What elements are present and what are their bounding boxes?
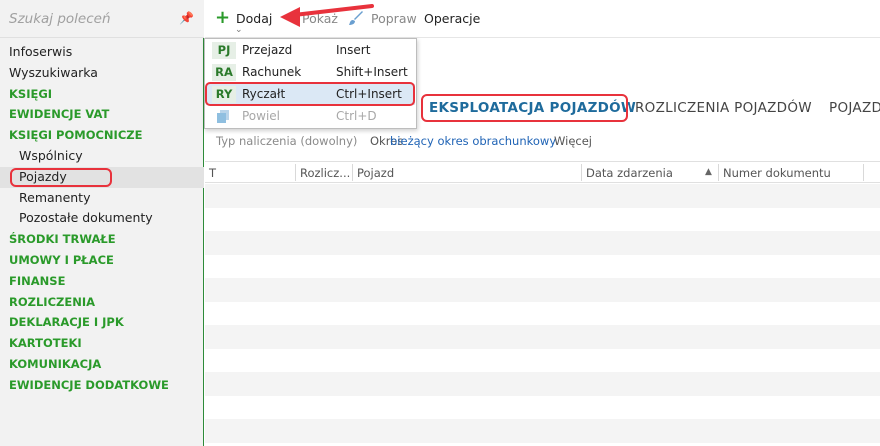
- command-search[interactable]: Szukaj poleceń 📌: [0, 0, 204, 38]
- menu-item-label: Powiel: [242, 109, 281, 123]
- table-row[interactable]: [205, 207, 880, 231]
- menu-item-przejazd[interactable]: PJ Przejazd Insert: [206, 40, 415, 61]
- sidebar-item-wyszukiwarka[interactable]: Wyszukiwarka: [0, 63, 204, 84]
- sidebar-item-komunikacja[interactable]: KOMUNIKACJA: [0, 354, 204, 375]
- period-link[interactable]: bieżący okres obrachunkowy: [390, 134, 556, 148]
- rachunek-icon: RA: [212, 64, 236, 81]
- table-row[interactable]: [205, 301, 880, 325]
- sidebar-item-finanse[interactable]: FINANSE: [0, 271, 204, 292]
- sort-ascending-icon: ▲: [705, 167, 712, 177]
- sidebar-item-label: DEKLARACJE I JPK: [9, 315, 124, 330]
- sidebar-item-rozliczenia[interactable]: ROZLICZENIA: [0, 292, 204, 313]
- sidebar-item-ksiegi[interactable]: KSIĘGI: [0, 84, 204, 105]
- column-header-rozliczenie[interactable]: Rozlicz...: [300, 166, 350, 180]
- highlight-frame-tab: [421, 94, 628, 122]
- column-separator[interactable]: [718, 164, 719, 181]
- column-separator[interactable]: [863, 164, 864, 181]
- table-row[interactable]: [205, 278, 880, 302]
- sidebar-nav: Infoserwis Wyszukiwarka KSIĘGI EWIDENCJE…: [0, 42, 204, 396]
- table-row[interactable]: [205, 419, 880, 443]
- sidebar-item-label: UMOWY I PŁACE: [9, 252, 114, 267]
- copy-icon: [217, 110, 229, 123]
- menu-item-shortcut: Shift+Insert: [336, 65, 408, 79]
- annotation-arrow: [280, 4, 374, 27]
- table-row[interactable]: [205, 348, 880, 372]
- menu-item-rachunek[interactable]: RA Rachunek Shift+Insert: [206, 62, 415, 83]
- sidebar-item-label: EWIDENCJE VAT: [9, 107, 110, 122]
- tab-pojazdy[interactable]: POJAZD: [829, 100, 880, 116]
- sidebar-item-deklaracje-i-jpk[interactable]: DEKLARACJE I JPK: [0, 312, 204, 333]
- sidebar-item-label: Remanenty: [19, 189, 91, 205]
- edit-button[interactable]: Popraw: [371, 11, 417, 26]
- sidebar-item-ewidencje-dodatkowe[interactable]: EWIDENCJE DODATKOWE: [0, 375, 204, 396]
- column-header-t[interactable]: T: [209, 166, 216, 180]
- sidebar-item-remanenty[interactable]: Remanenty: [0, 188, 204, 209]
- pin-icon[interactable]: 📌: [179, 11, 194, 25]
- highlight-frame-ryczalt: [205, 82, 415, 106]
- menu-item-label: Rachunek: [242, 65, 302, 79]
- more-link[interactable]: Więcej: [554, 134, 592, 148]
- sidebar-item-label: KOMUNIKACJA: [9, 356, 102, 371]
- highlight-frame-pojazdy: [10, 167, 112, 187]
- tab-rozliczenia-pojazdow[interactable]: ROZLICZENIA POJAZDÓW: [635, 100, 812, 116]
- sidebar-item-label: Infoserwis: [9, 44, 73, 59]
- sidebar-item-label: FINANSE: [9, 273, 66, 288]
- menu-item-powiel[interactable]: Powiel Ctrl+D: [206, 106, 415, 127]
- sidebar-item-ksiegi-pomocnicze[interactable]: KSIĘGI POMOCNICZE: [0, 125, 204, 146]
- menu-item-shortcut: Insert: [336, 43, 371, 57]
- table-row[interactable]: [205, 395, 880, 419]
- sidebar-item-infoserwis[interactable]: Infoserwis: [0, 42, 204, 63]
- table-row[interactable]: [205, 231, 880, 255]
- table-body[interactable]: [205, 184, 880, 446]
- sidebar-item-label: ŚRODKI TRWAŁE: [9, 232, 116, 247]
- sidebar-item-label: KSIĘGI POMOCNICZE: [9, 128, 143, 143]
- przejazd-icon: PJ: [212, 42, 236, 59]
- sidebar-item-wspolnicy[interactable]: Wspólnicy: [0, 146, 204, 167]
- sidebar-item-label: EWIDENCJE DODATKOWE: [9, 377, 169, 392]
- sidebar-item-pozostale-dokumenty[interactable]: Pozostałe dokumenty: [0, 208, 204, 229]
- filter-bar: Typ naliczenia (dowolny) Okres bieżący o…: [205, 128, 880, 154]
- sidebar-item-umowy-i-place[interactable]: UMOWY I PŁACE: [0, 250, 204, 271]
- column-separator[interactable]: [295, 164, 296, 181]
- operations-button[interactable]: Operacje: [424, 11, 480, 26]
- column-header-numer-dokumentu[interactable]: Numer dokumentu: [723, 166, 831, 180]
- search-placeholder: Szukaj poleceń: [9, 11, 111, 27]
- sidebar-item-label: Pozostałe dokumenty: [19, 210, 153, 226]
- sidebar-item-kartoteki[interactable]: KARTOTEKI: [0, 333, 204, 354]
- column-header-data-zdarzenia[interactable]: Data zdarzenia: [586, 166, 673, 180]
- sidebar-item-label: Wyszukiwarka: [9, 64, 98, 80]
- column-header-pojazd[interactable]: Pojazd: [357, 166, 394, 180]
- sidebar-item-label: Wspólnicy: [19, 147, 83, 163]
- table-row[interactable]: [205, 325, 880, 349]
- sidebar-item-ewidencje-vat[interactable]: EWIDENCJE VAT: [0, 104, 204, 125]
- table-row[interactable]: [205, 372, 880, 396]
- sidebar-item-label: KARTOTEKI: [9, 336, 82, 351]
- menu-item-label: Przejazd: [242, 43, 293, 57]
- sidebar: Szukaj poleceń 📌 Infoserwis Wyszukiwarka…: [0, 0, 204, 446]
- sidebar-item-srodki-trwale[interactable]: ŚRODKI TRWAŁE: [0, 229, 204, 250]
- sidebar-item-label: ROZLICZENIA: [9, 294, 96, 309]
- chevron-down-icon[interactable]: ⌄: [235, 25, 243, 35]
- sidebar-item-label: KSIĘGI: [9, 86, 53, 101]
- column-separator[interactable]: [352, 164, 353, 181]
- table-header: T Rozlicz... Pojazd Data zdarzenia ▲ Num…: [205, 161, 880, 183]
- column-separator[interactable]: [581, 164, 582, 181]
- plus-icon[interactable]: +: [215, 7, 230, 28]
- sidebar-item-pojazdy[interactable]: Pojazdy: [0, 166, 204, 188]
- type-filter[interactable]: Typ naliczenia (dowolny): [216, 134, 357, 148]
- table-row[interactable]: [205, 254, 880, 278]
- menu-item-shortcut: Ctrl+D: [336, 109, 377, 123]
- table-row[interactable]: [205, 184, 880, 208]
